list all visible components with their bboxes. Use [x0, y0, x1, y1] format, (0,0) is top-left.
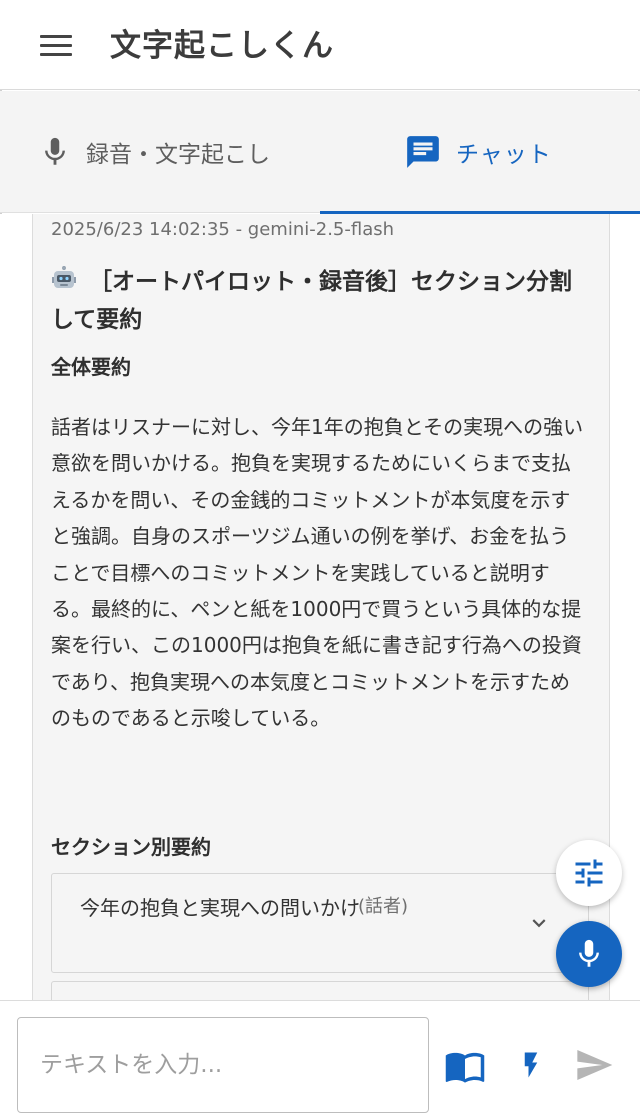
tab-bar: 録音・文字起こし チャット — [0, 91, 640, 214]
message-meta: 2025/6/23 14:02:35 - gemini-2.5-flash — [51, 219, 395, 240]
message-card: 2025/6/23 14:02:35 - gemini-2.5-flash ［オ… — [32, 214, 610, 1000]
input-bar — [0, 1000, 640, 1119]
settings-fab[interactable] — [556, 840, 622, 906]
send-icon — [577, 1050, 613, 1080]
menu-icon-line — [40, 43, 72, 47]
tab-chat-label: チャット — [456, 142, 552, 168]
robot-icon — [52, 266, 76, 288]
section-accordion-item[interactable] — [51, 981, 589, 1000]
menu-icon-line — [40, 52, 72, 56]
chevron-down-icon[interactable] — [526, 910, 552, 936]
menu-button[interactable] — [40, 26, 86, 64]
book-button[interactable] — [444, 1045, 486, 1087]
tab-recording[interactable]: 録音・文字起こし — [38, 91, 270, 213]
section-speaker: (話者) — [358, 896, 409, 917]
send-button[interactable] — [574, 1045, 614, 1085]
tab-chat[interactable]: チャット — [404, 91, 552, 213]
bolt-icon — [524, 1052, 538, 1078]
mic-icon — [45, 137, 65, 165]
chat-content[interactable]: 2025/6/23 14:02:35 - gemini-2.5-flash ［オ… — [0, 214, 640, 1000]
message-title-text: ［オートパイロット・録音後］セクション分割して要約 — [51, 269, 572, 333]
app-title: 文字起こしくん — [110, 28, 334, 64]
quick-action-button[interactable] — [516, 1045, 546, 1085]
message-input[interactable] — [17, 1017, 429, 1113]
section-accordion-item[interactable]: 今年の抱負と実現への問いかけ (話者) — [51, 873, 589, 973]
app-bar: 文字起こしくん — [0, 0, 640, 90]
menu-icon-line — [40, 34, 72, 38]
record-fab[interactable] — [556, 921, 622, 987]
overall-summary-text: 話者はリスナーに対し、今年1年の抱負とその実現への強い意欲を問いかける。抱負を実… — [51, 415, 584, 731]
tab-recording-label: 録音・文字起こし — [86, 142, 270, 168]
overall-summary-heading: 全体要約 — [51, 355, 131, 379]
tune-icon — [575, 859, 603, 887]
chat-icon — [407, 136, 439, 168]
message-title: ［オートパイロット・録音後］セクション分割して要約 — [51, 263, 591, 339]
mic-icon — [579, 939, 599, 967]
section-title: 今年の抱負と実現への問いかけ — [80, 896, 360, 920]
section-summary-heading: セクション別要約 — [51, 835, 211, 859]
book-icon — [445, 1052, 485, 1083]
